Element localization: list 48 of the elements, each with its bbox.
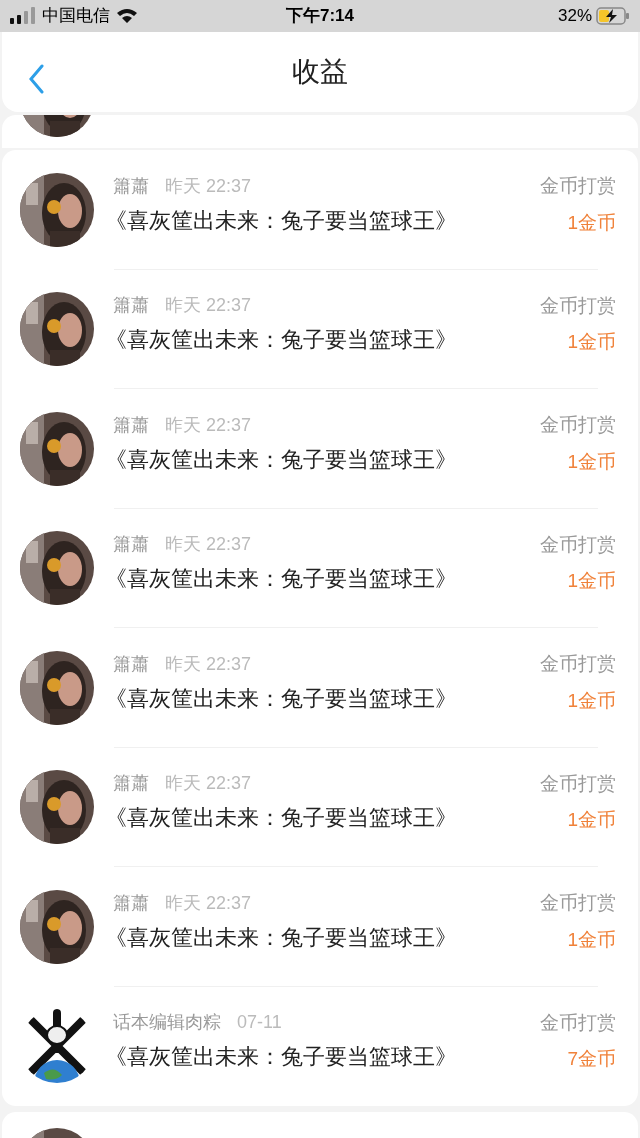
timestamp: 昨天 22:37 [165,891,252,915]
work-title: 《喜灰筐出未来：兔子要当篮球王》 [105,923,458,952]
back-icon [28,64,44,94]
income-type: 金币打赏 [540,293,616,318]
user-name: 簫蕭 [113,652,149,676]
timestamp: 昨天 22:37 [165,174,252,198]
timestamp: 昨天 22:37 [165,533,252,557]
wifi-icon [116,8,138,24]
income-type: 金币打赏 [540,652,616,677]
page-title: 收益 [292,55,348,89]
work-title: 《喜灰筐出未来：兔子要当篮球王》 [105,445,458,474]
coin-amount: 1金币 [567,808,616,833]
work-title: 《喜灰筐出未来：兔子要当篮球王》 [105,326,458,355]
work-title: 《喜灰筐出未来：兔子要当篮球王》 [105,804,458,833]
user-name: 簫蕭 [113,772,149,796]
work-title: 《喜灰筐出未来：兔子要当篮球王》 [105,684,458,713]
carrier-name: 中国电信 [42,5,110,28]
signal-icon [10,7,36,25]
battery-charging-icon [596,7,630,25]
coin-amount: 1金币 [567,210,616,235]
income-type: 金币打赏 [540,891,616,916]
work-title: 《喜灰筐出未来：兔子要当篮球王》 [105,1043,458,1072]
battery-percent: 32% [557,5,592,28]
timestamp: 07-11 [237,1011,282,1035]
work-title: 《喜灰筐出未来：兔子要当篮球王》 [105,565,458,594]
user-name: 簫蕭 [113,533,149,557]
timestamp: 昨天 22:37 [165,294,252,318]
income-type: 金币打赏 [540,174,616,199]
income-type: 金币打赏 [540,532,616,557]
coin-amount: 1金币 [567,688,616,713]
user-name: 簫蕭 [113,891,149,915]
timestamp: 昨天 22:37 [165,652,252,676]
user-name: 簫蕭 [113,413,149,437]
coin-amount: 1金币 [567,569,616,594]
income-type: 金币打赏 [540,771,616,796]
user-name: 话本编辑肉粽 [113,1011,221,1035]
income-type: 金币打赏 [540,1010,616,1035]
coin-amount: 1金币 [567,449,616,474]
timestamp: 昨天 22:37 [165,413,252,437]
user-name: 簫蕭 [113,294,149,318]
user-name: 簫蕭 [113,174,149,198]
coin-amount: 1金币 [567,927,616,952]
timestamp: 昨天 22:37 [165,772,252,796]
work-title: 《喜灰筐出未来：兔子要当篮球王》 [105,206,458,235]
clock: 下午7:14 [286,5,354,28]
coin-amount: 7金币 [567,1047,616,1072]
coin-amount: 1金币 [567,330,616,355]
income-type: 金币打赏 [540,413,616,438]
